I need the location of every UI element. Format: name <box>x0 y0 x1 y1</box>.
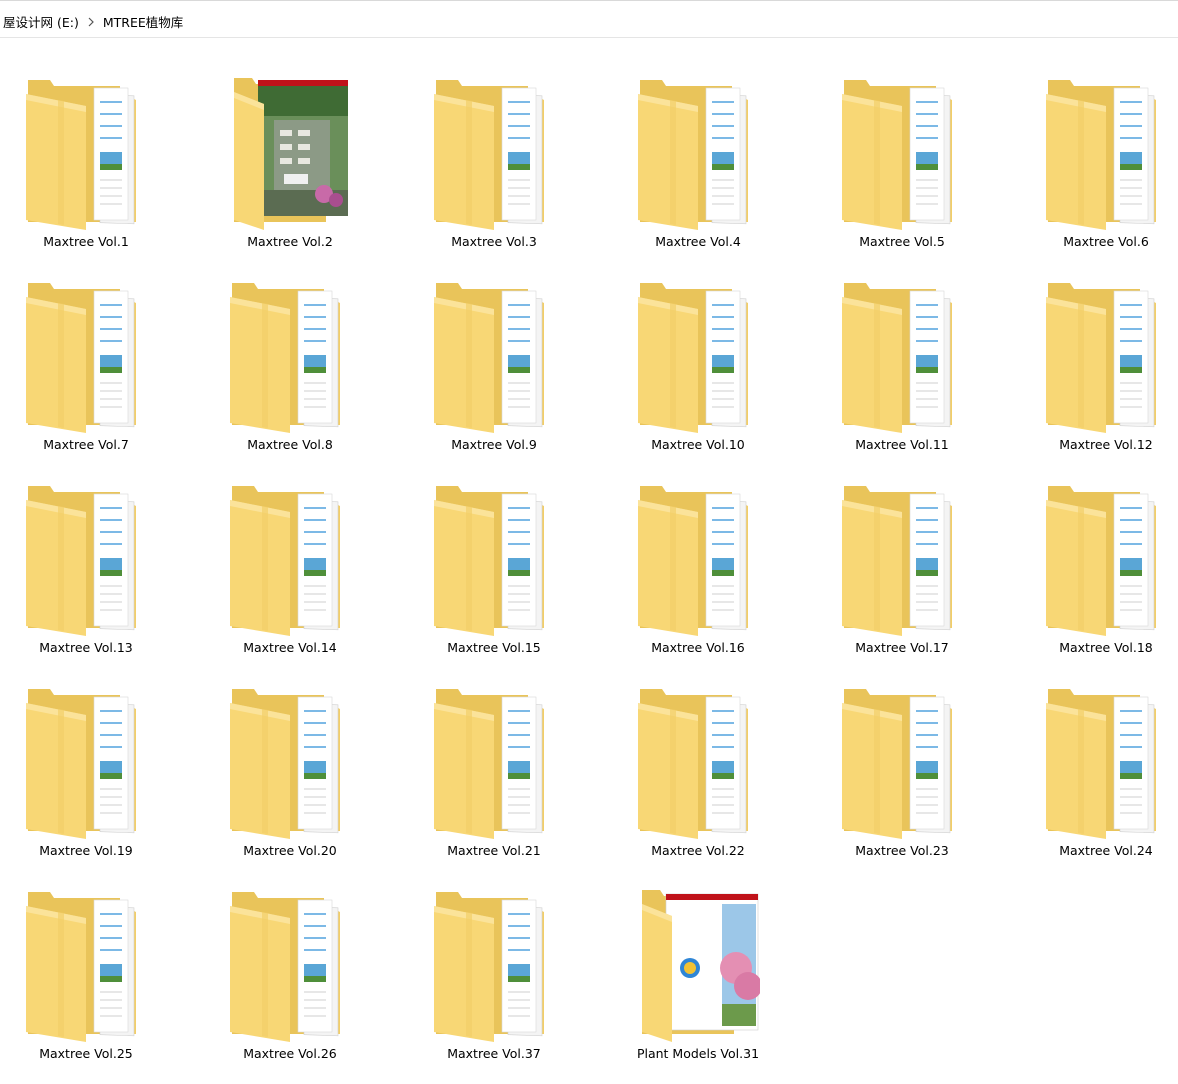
folder-item[interactable]: Maxtree Vol.19 <box>0 667 172 863</box>
folder-item[interactable]: Maxtree Vol.5 <box>816 58 988 254</box>
folder-item[interactable]: Maxtree Vol.23 <box>816 667 988 863</box>
folder-item[interactable]: Maxtree Vol.16 <box>612 464 784 660</box>
breadcrumb-drive[interactable]: 屋设计网 (E:) <box>0 10 82 33</box>
folder-name: Maxtree Vol.18 <box>1059 640 1153 655</box>
folder-item[interactable]: Maxtree Vol.26 <box>204 870 376 1066</box>
folder-name: Maxtree Vol.14 <box>243 640 337 655</box>
folder-icon <box>638 283 748 433</box>
folder-item[interactable]: Maxtree Vol.15 <box>408 464 580 660</box>
folder-item[interactable]: Maxtree Vol.11 <box>816 261 988 457</box>
folder-name: Maxtree Vol.7 <box>43 437 129 452</box>
folder-icon <box>26 892 136 1042</box>
folder-icon <box>26 283 136 433</box>
chevron-right-icon[interactable] <box>82 12 100 32</box>
folder-item[interactable]: Maxtree Vol.2 <box>204 58 376 254</box>
folder-icon <box>638 689 748 839</box>
folder-icon <box>230 689 340 839</box>
folder-name: Maxtree Vol.9 <box>451 437 537 452</box>
folder-icon <box>26 486 136 636</box>
folder-name: Maxtree Vol.24 <box>1059 843 1153 858</box>
window-top-border <box>0 0 1178 1</box>
folder-item[interactable]: Maxtree Vol.14 <box>204 464 376 660</box>
folder-item[interactable]: Plant Models Vol.31 <box>612 870 784 1066</box>
folder-name: Maxtree Vol.11 <box>855 437 949 452</box>
folder-name: Maxtree Vol.12 <box>1059 437 1153 452</box>
folder-icon <box>1046 486 1156 636</box>
folder-item[interactable]: Maxtree Vol.22 <box>612 667 784 863</box>
folder-icon <box>842 689 952 839</box>
folder-icon <box>234 78 348 230</box>
folder-name: Maxtree Vol.20 <box>243 843 337 858</box>
folder-name: Maxtree Vol.6 <box>1063 234 1149 249</box>
folder-item[interactable]: Maxtree Vol.13 <box>0 464 172 660</box>
folder-item[interactable]: Maxtree Vol.1 <box>0 58 172 254</box>
folder-icon <box>842 80 952 230</box>
folder-name: Maxtree Vol.3 <box>451 234 537 249</box>
folder-icon <box>434 80 544 230</box>
folder-name: Maxtree Vol.22 <box>651 843 745 858</box>
folder-item[interactable]: Maxtree Vol.12 <box>1020 261 1178 457</box>
folder-item[interactable]: Maxtree Vol.10 <box>612 261 784 457</box>
folder-name: Maxtree Vol.17 <box>855 640 949 655</box>
folder-name: Maxtree Vol.8 <box>247 437 333 452</box>
folder-icon <box>434 283 544 433</box>
folder-item[interactable]: Maxtree Vol.7 <box>0 261 172 457</box>
folder-icon <box>842 486 952 636</box>
folder-icon <box>26 80 136 230</box>
folder-name: Maxtree Vol.10 <box>651 437 745 452</box>
folder-item[interactable]: Maxtree Vol.8 <box>204 261 376 457</box>
folder-icon <box>638 80 748 230</box>
folder-icon <box>230 283 340 433</box>
folder-item[interactable]: Maxtree Vol.37 <box>408 870 580 1066</box>
folder-icon <box>230 892 340 1042</box>
breadcrumb: 屋设计网 (E:) MTREE植物库 <box>0 6 1178 38</box>
folder-icon <box>1046 283 1156 433</box>
folder-item[interactable]: Maxtree Vol.3 <box>408 58 580 254</box>
folder-item[interactable]: Maxtree Vol.18 <box>1020 464 1178 660</box>
folder-item[interactable]: Maxtree Vol.6 <box>1020 58 1178 254</box>
folder-name: Maxtree Vol.15 <box>447 640 541 655</box>
folder-name: Maxtree Vol.21 <box>447 843 541 858</box>
folder-name: Maxtree Vol.13 <box>39 640 133 655</box>
folder-name: Maxtree Vol.25 <box>39 1046 133 1061</box>
folder-icon <box>434 486 544 636</box>
folder-icon <box>230 486 340 636</box>
folder-name: Plant Models Vol.31 <box>636 1046 760 1061</box>
folder-item[interactable]: Maxtree Vol.25 <box>0 870 172 1066</box>
folder-name: Maxtree Vol.19 <box>39 843 133 858</box>
folder-item[interactable]: Maxtree Vol.4 <box>612 58 784 254</box>
folder-name: Maxtree Vol.37 <box>447 1046 541 1061</box>
folder-name: Maxtree Vol.5 <box>859 234 945 249</box>
folder-icon <box>842 283 952 433</box>
folder-name: Maxtree Vol.2 <box>247 234 333 249</box>
folder-item[interactable]: Maxtree Vol.9 <box>408 261 580 457</box>
folder-icon <box>638 486 748 636</box>
folder-item[interactable]: Maxtree Vol.24 <box>1020 667 1178 863</box>
folder-name: Maxtree Vol.1 <box>43 234 129 249</box>
folder-name: Maxtree Vol.23 <box>855 843 949 858</box>
folder-icon <box>434 892 544 1042</box>
folder-icon <box>1046 689 1156 839</box>
folder-icon <box>642 890 760 1042</box>
folder-icon <box>26 689 136 839</box>
folder-name: Maxtree Vol.26 <box>243 1046 337 1061</box>
folder-name: Maxtree Vol.16 <box>651 640 745 655</box>
folder-name: Maxtree Vol.4 <box>655 234 741 249</box>
breadcrumb-folder[interactable]: MTREE植物库 <box>100 10 186 33</box>
folder-icon <box>1046 80 1156 230</box>
folder-item[interactable]: Maxtree Vol.17 <box>816 464 988 660</box>
folder-item[interactable]: Maxtree Vol.20 <box>204 667 376 863</box>
folder-icon <box>434 689 544 839</box>
folder-item[interactable]: Maxtree Vol.21 <box>408 667 580 863</box>
